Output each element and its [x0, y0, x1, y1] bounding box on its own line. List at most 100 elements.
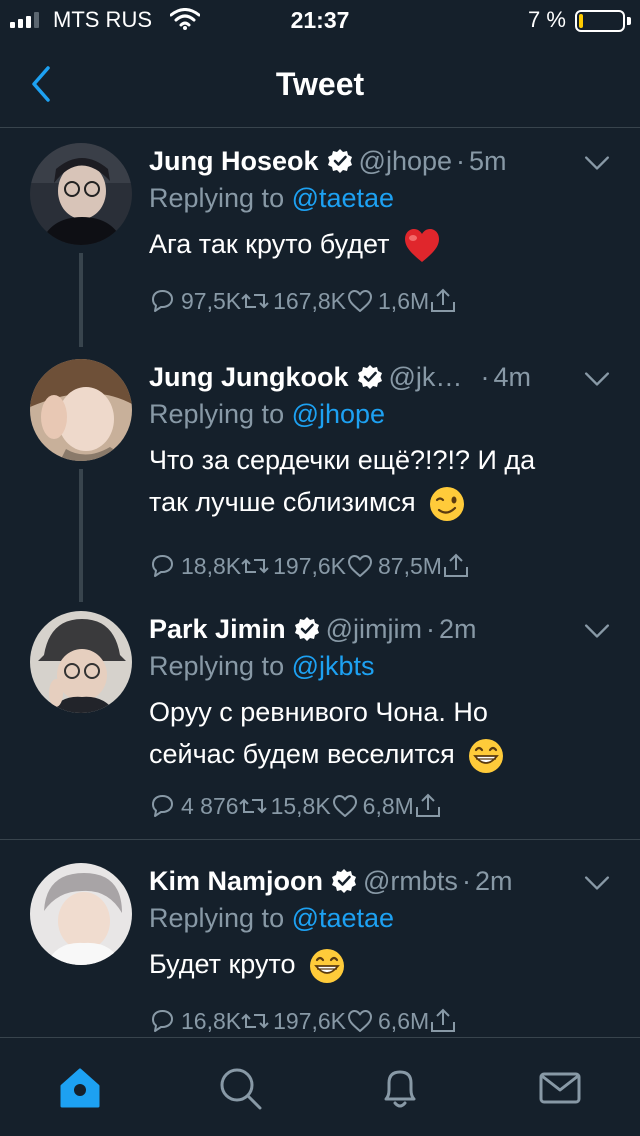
reply-count: 4 876: [181, 792, 239, 819]
battery-icon: [575, 10, 625, 32]
replying-to: Replying to @taetae: [149, 903, 394, 934]
heart-icon: [332, 795, 357, 817]
reply-mention-link[interactable]: @jhope: [292, 399, 385, 429]
tweet-actions: 18,8K 197,6K 87,5M: [149, 549, 474, 583]
battery-percent: 7 %: [528, 7, 566, 32]
nav-bar: Tweet: [0, 40, 640, 128]
grinning-face-icon: [468, 737, 505, 774]
reply-count: 16,8K: [181, 1007, 242, 1034]
chevron-down-icon[interactable]: [584, 155, 610, 171]
retweet-count: 197,6K: [273, 1007, 347, 1034]
author-handle[interactable]: @jk…: [389, 362, 463, 393]
tweet-time: 2m: [438, 613, 477, 644]
verified-icon: [326, 148, 353, 174]
tweet-jungkook[interactable]: Jung Jungkook @jk… · 4m Replying to @jho…: [0, 334, 640, 602]
retweet-button[interactable]: 197,6K: [241, 1007, 346, 1035]
notifications-icon[interactable]: [378, 1066, 422, 1110]
tweet-time: 5m: [469, 145, 507, 176]
like-button[interactable]: 87,5M: [346, 552, 442, 580]
author-handle[interactable]: @jhope: [359, 146, 452, 177]
home-icon[interactable]: [58, 1066, 102, 1110]
verified-icon: [331, 868, 358, 894]
separator-dot: ·: [456, 145, 466, 176]
reply-mention-link[interactable]: @taetae: [292, 183, 394, 213]
author-name[interactable]: Jung Jungkook: [149, 362, 349, 393]
reply-button[interactable]: 18,8K: [149, 552, 241, 580]
page-title: Tweet: [275, 66, 365, 102]
avatar[interactable]: [30, 863, 132, 965]
divider: [0, 839, 640, 840]
tweet-actions: 4 876 15,8K 6,8M: [149, 789, 446, 823]
tweet-thread[interactable]: Jung Hoseok @jhope · 5m Replying to @tae…: [0, 129, 640, 1037]
reply-button[interactable]: 4 876: [149, 792, 239, 820]
separator-dot: ·: [425, 613, 435, 644]
chevron-down-icon[interactable]: [584, 875, 610, 891]
tweet-text-line-2: так лучше сблизимся: [149, 481, 609, 523]
retweet-count: 197,6K: [273, 552, 347, 579]
like-count: 6,6M: [378, 1007, 430, 1034]
share-icon: [415, 794, 440, 817]
tweet-text: Будет круто: [149, 943, 609, 985]
author-handle[interactable]: @rmbts: [363, 866, 458, 897]
tweet-time: 4m: [493, 361, 531, 392]
battery-cap: [627, 17, 631, 25]
chevron-down-icon[interactable]: [584, 623, 610, 639]
reply-button[interactable]: 97,5K: [149, 287, 241, 315]
heart-icon: [348, 555, 373, 577]
winking-face-icon: [430, 486, 465, 521]
thread-line: [79, 253, 83, 334]
avatar[interactable]: [30, 143, 132, 245]
retweet-icon: [238, 799, 267, 813]
replying-to: Replying to @taetae: [149, 183, 394, 214]
replying-to-label: Replying to: [149, 903, 292, 933]
messages-icon[interactable]: [538, 1066, 582, 1110]
tweet-text-content: так лучше сблизимся: [149, 487, 416, 517]
reply-count: 18,8K: [181, 552, 242, 579]
red-heart-icon: [405, 228, 440, 262]
author-name[interactable]: Kim Namjoon: [149, 866, 323, 897]
tab-bar: [0, 1037, 640, 1136]
like-button[interactable]: 6,6M: [346, 1007, 429, 1035]
tweet-text: Оруу с ревнивого Чона. Но сейчас будем в…: [149, 691, 609, 775]
author-name[interactable]: Jung Hoseok: [149, 146, 319, 177]
share-icon: [431, 1009, 456, 1032]
tweet-header: Kim Namjoon @rmbts · 2m: [149, 863, 512, 899]
tweet-jhope[interactable]: Jung Hoseok @jhope · 5m Replying to @tae…: [0, 129, 640, 334]
retweet-icon: [241, 1014, 270, 1028]
tweet-text-content: сейчас будем веселится: [149, 739, 455, 769]
like-count: 6,8M: [362, 792, 414, 819]
separator-dot: ·: [461, 865, 471, 896]
retweet-button[interactable]: 15,8K: [238, 792, 331, 820]
reply-count: 97,5K: [181, 287, 242, 314]
tweet-text-line-2: сейчас будем веселится: [149, 733, 609, 775]
avatar[interactable]: [30, 359, 132, 461]
reply-mention-link[interactable]: @taetae: [292, 903, 394, 933]
retweet-count: 167,8K: [273, 287, 347, 314]
author-name[interactable]: Park Jimin: [149, 614, 286, 645]
reply-mention-link[interactable]: @jkbts: [292, 651, 375, 681]
search-icon[interactable]: [218, 1066, 262, 1110]
retweet-icon: [241, 294, 270, 308]
share-button[interactable]: [414, 792, 446, 820]
heart-icon: [348, 1010, 373, 1032]
replying-to-label: Replying to: [149, 651, 292, 681]
retweet-button[interactable]: 197,6K: [241, 552, 346, 580]
reply-button[interactable]: 16,8K: [149, 1007, 241, 1035]
tweet-actions: 16,8K 197,6K 6,6M: [149, 1004, 461, 1037]
avatar[interactable]: [30, 611, 132, 713]
like-button[interactable]: 1,6M: [346, 287, 429, 315]
heart-icon: [348, 290, 373, 312]
retweet-button[interactable]: 167,8K: [241, 287, 346, 315]
tweet-namjoon[interactable]: Kim Namjoon @rmbts · 2m Replying to @tae…: [0, 849, 640, 1037]
replying-to-label: Replying to: [149, 399, 292, 429]
share-button[interactable]: [442, 552, 474, 580]
chevron-down-icon[interactable]: [584, 371, 610, 387]
retweet-count: 15,8K: [270, 792, 331, 819]
like-count: 1,6M: [378, 287, 430, 314]
share-button[interactable]: [429, 287, 461, 315]
author-handle[interactable]: @jimjim: [326, 614, 422, 645]
share-button[interactable]: [429, 1007, 461, 1035]
tweet-text: Ага так круто будет: [149, 223, 609, 265]
like-count: 87,5M: [378, 552, 442, 579]
like-button[interactable]: 6,8M: [331, 792, 414, 820]
